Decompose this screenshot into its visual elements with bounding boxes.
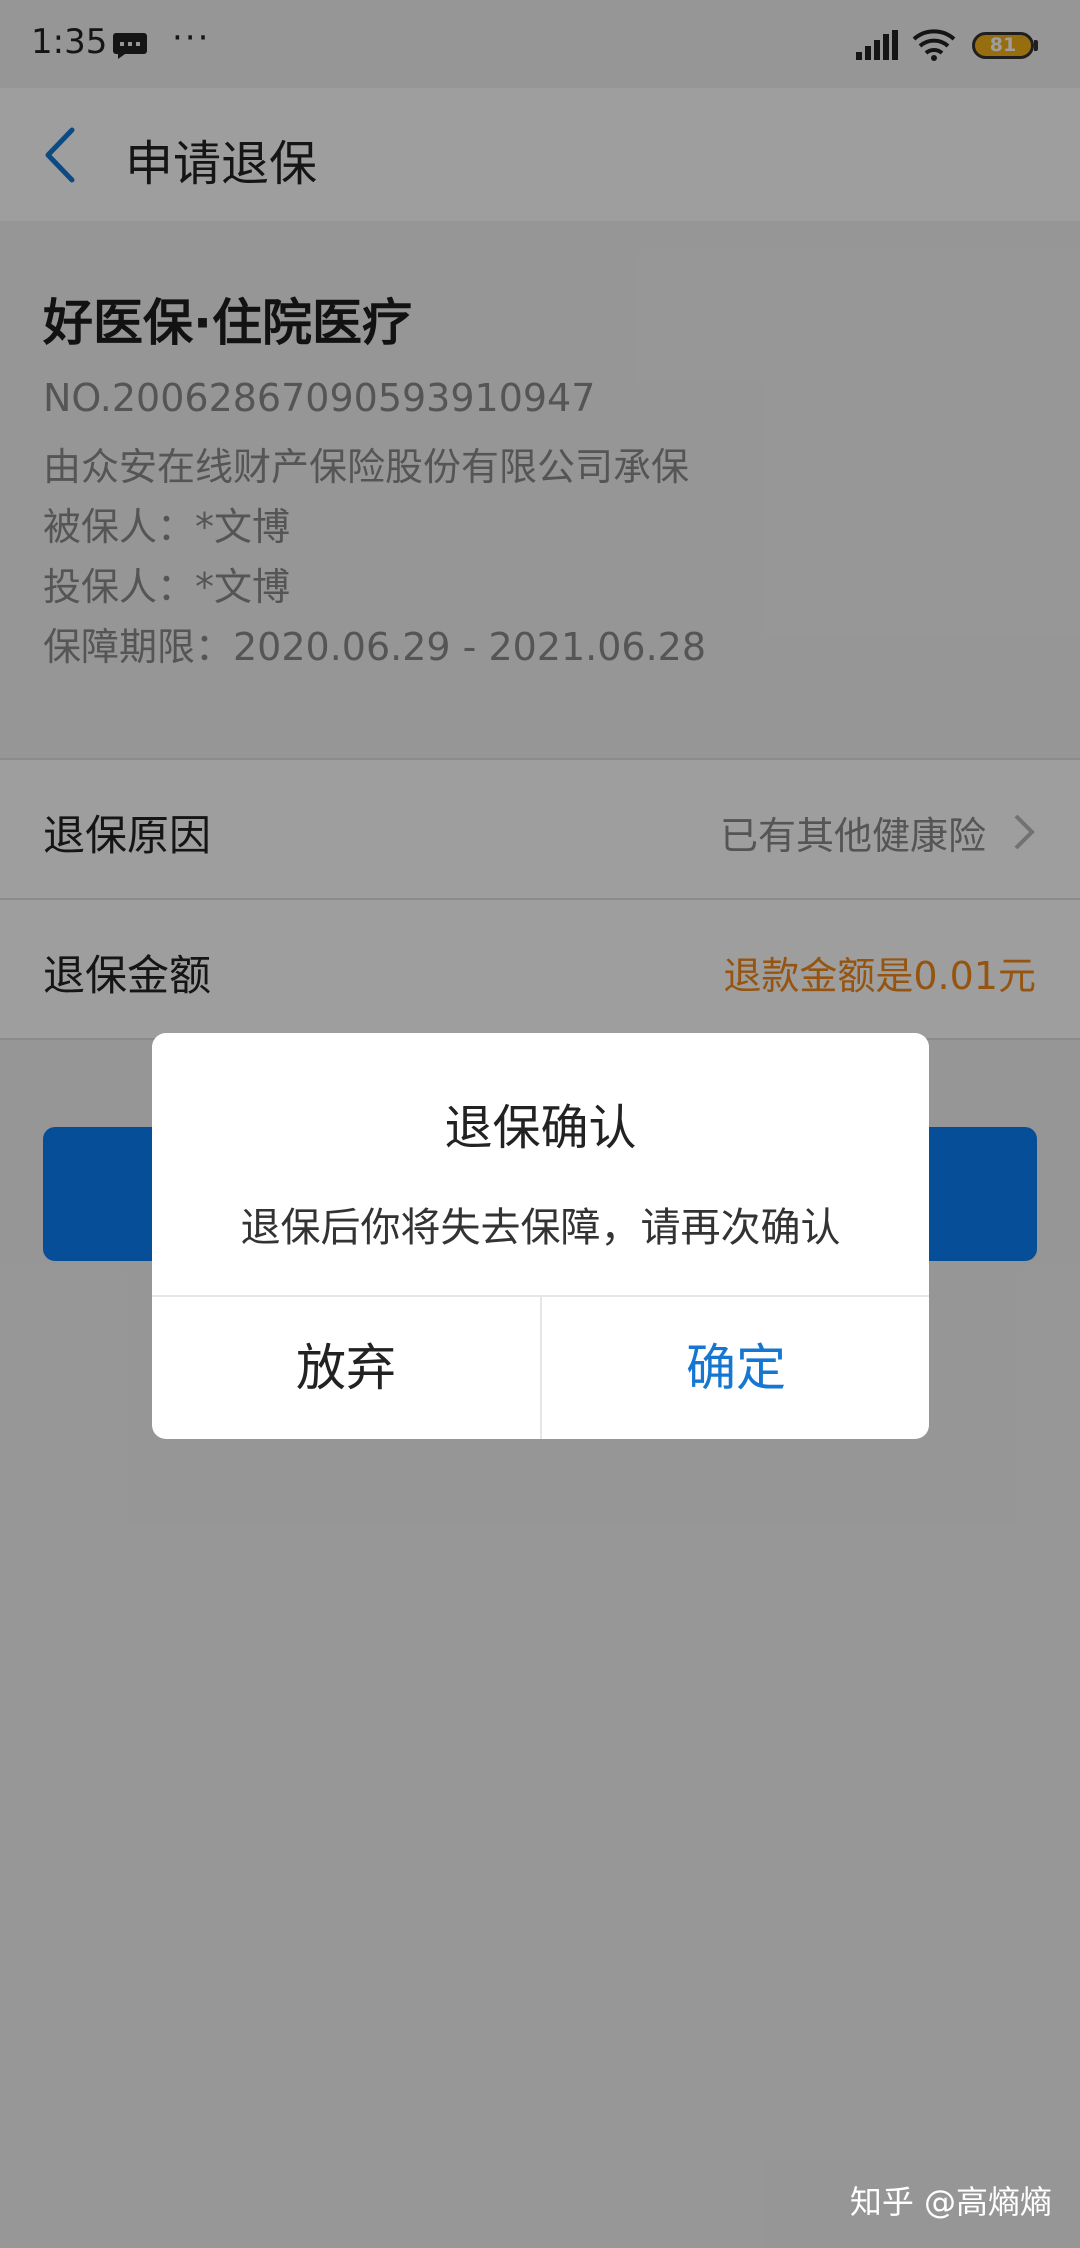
watermark: 知乎 @高熵熵 xyxy=(849,2183,1052,2221)
dialog-title: 退保确认 xyxy=(444,1100,637,1156)
dialog-message: 退保后你将失去保障，请再次确认 xyxy=(240,1205,841,1251)
cancel-button[interactable]: 放弃 xyxy=(152,1297,540,1439)
confirm-dialog: 退保确认 退保后你将失去保障，请再次确认 放弃 确定 xyxy=(152,1033,929,1439)
confirm-button[interactable]: 确定 xyxy=(542,1297,929,1439)
